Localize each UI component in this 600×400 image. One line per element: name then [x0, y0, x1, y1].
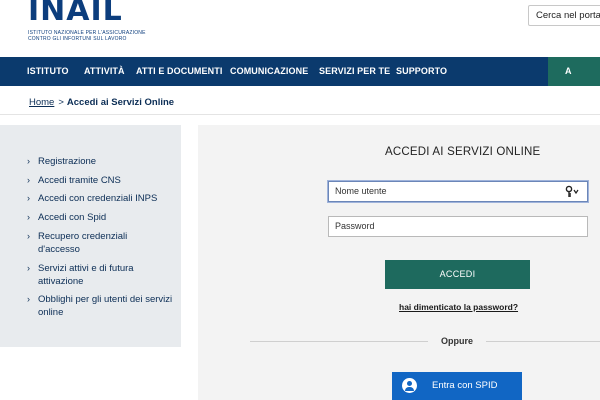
- key-icon[interactable]: [565, 185, 579, 198]
- sidebar-item-inps[interactable]: › Accedi con credenziali INPS: [27, 192, 157, 205]
- page: INAIL ISTITUTO NAZIONALE PER L'ASSICURAZ…: [0, 0, 600, 400]
- sidebar-item-recupero-credenziali[interactable]: › Recupero credenziali d'accesso: [27, 230, 167, 256]
- divider-left: [250, 341, 428, 342]
- password-placeholder: Password: [335, 221, 375, 231]
- breadcrumb: Home > Accedi ai Servizi Online: [29, 97, 174, 108]
- forgot-password-link[interactable]: hai dimenticato la password?: [0, 302, 600, 312]
- chevron-right-icon: ›: [27, 231, 30, 241]
- login-title: ACCEDI AI SERVIZI ONLINE: [385, 146, 541, 158]
- spid-login-button[interactable]: Entra con SPID: [392, 372, 522, 400]
- chevron-right-icon: ›: [27, 212, 30, 222]
- breadcrumb-current: Accedi ai Servizi Online: [66, 97, 175, 108]
- search-input[interactable]: Cerca nel portale: [528, 5, 600, 26]
- nav-accent-button[interactable]: A: [548, 57, 600, 86]
- sidebar-item-label: Accedi con Spid: [38, 212, 107, 223]
- chevron-right-icon: ›: [27, 193, 30, 203]
- sidebar-item-label: Servizi attivi e di futura attivazione: [38, 263, 134, 287]
- nav-item-istituto[interactable]: ISTITUTO: [27, 57, 69, 86]
- sidebar-item-label: Accedi con credenziali INPS: [38, 193, 158, 204]
- accedi-button[interactable]: ACCEDI: [385, 260, 530, 289]
- sidebar-item-servizi-attivi[interactable]: › Servizi attivi e di futura attivazione: [27, 262, 177, 288]
- sidebar-item-spid[interactable]: › Accedi con Spid: [27, 211, 106, 224]
- main-nav: ISTITUTO ATTIVITÀ ATTI E DOCUMENTI COMUN…: [0, 57, 600, 86]
- sidebar-item-label: Accedi tramite CNS: [38, 175, 121, 186]
- breadcrumb-divider: [0, 114, 600, 115]
- nav-accent-label: A: [565, 66, 572, 76]
- breadcrumb-home-link[interactable]: Home: [29, 97, 54, 108]
- sidebar-item-cns[interactable]: › Accedi tramite CNS: [27, 174, 121, 187]
- user-icon: [402, 378, 417, 393]
- username-placeholder: Nome utente: [335, 186, 387, 196]
- nav-item-servizi-per-te[interactable]: SERVIZI PER TE: [319, 57, 390, 86]
- oppure-label: Oppure: [441, 336, 474, 346]
- sidebar-item-label: Recupero credenziali d'accesso: [38, 231, 128, 255]
- spid-button-label: Entra con SPID: [432, 380, 498, 391]
- inail-logo[interactable]: INAIL: [28, 0, 123, 26]
- password-field[interactable]: Password: [328, 216, 588, 237]
- divider-right: [486, 341, 600, 342]
- nav-item-atti-documenti[interactable]: ATTI E DOCUMENTI: [136, 57, 222, 86]
- nav-item-comunicazione[interactable]: COMUNICAZIONE: [230, 57, 308, 86]
- username-field[interactable]: Nome utente: [328, 181, 588, 202]
- breadcrumb-separator: >: [58, 97, 64, 108]
- chevron-right-icon: ›: [27, 263, 30, 273]
- site-header: INAIL ISTITUTO NAZIONALE PER L'ASSICURAZ…: [0, 0, 600, 56]
- nav-item-attivita[interactable]: ATTIVITÀ: [84, 57, 125, 86]
- nav-item-supporto[interactable]: SUPPORTO: [396, 57, 447, 86]
- chevron-right-icon: ›: [27, 175, 30, 185]
- logo-subtitle-line2: CONTRO GLI INFORTUNI SUL LAVORO: [28, 36, 127, 42]
